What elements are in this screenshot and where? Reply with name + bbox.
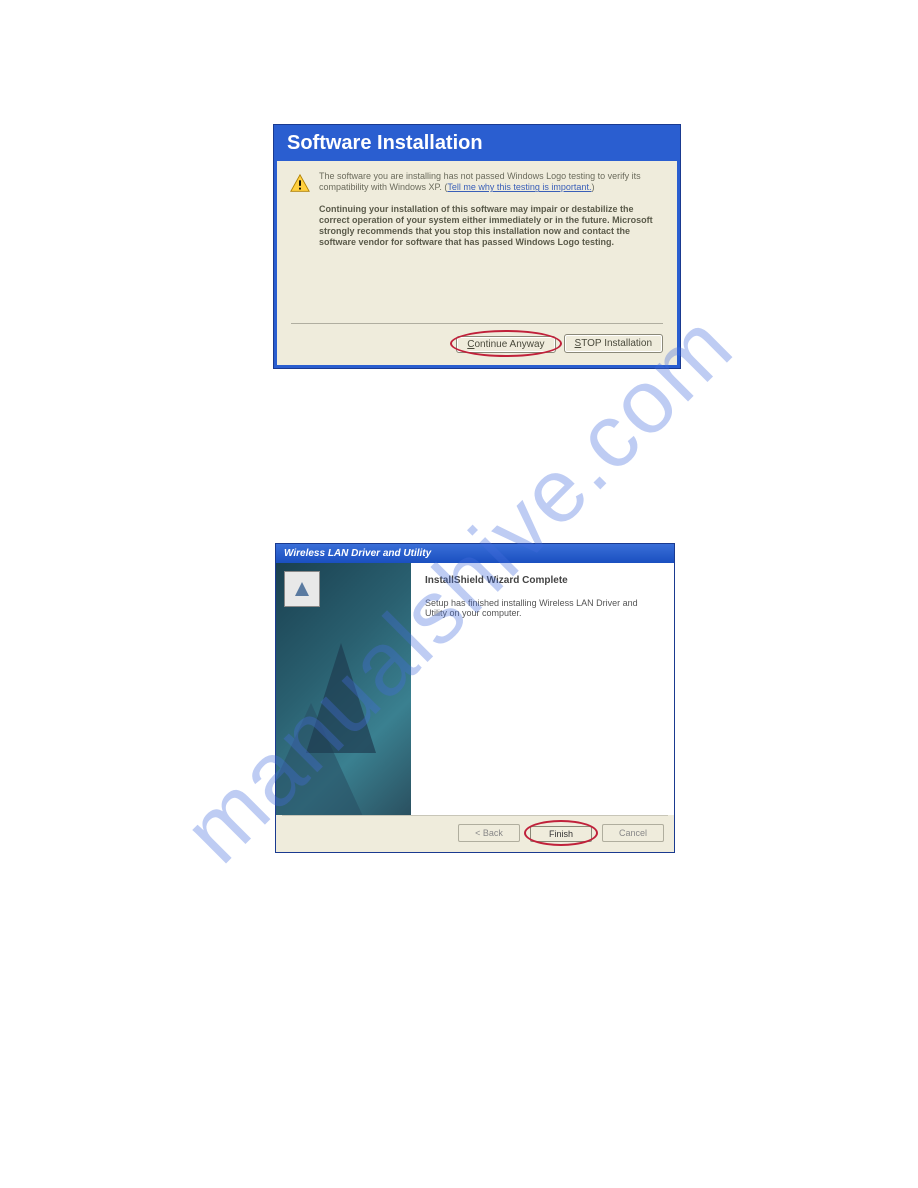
dialog-body: The software you are installing has not … (277, 161, 677, 253)
dialog-title: Software Installation (277, 128, 677, 161)
installshield-dialog: Wireless LAN Driver and Utility InstallS… (275, 543, 675, 853)
para2: Continuing your installation of this sof… (319, 204, 663, 249)
button-row: < Back Finish Cancel (276, 816, 674, 852)
wizard-content: InstallShield Wizard Complete Setup has … (411, 563, 674, 815)
dialog-text: The software you are installing has not … (319, 171, 663, 249)
stop-installation-button[interactable]: STOP Installation (564, 334, 663, 353)
dialog-main: InstallShield Wizard Complete Setup has … (276, 563, 674, 815)
finish-highlight: Finish (530, 824, 592, 842)
dialog-title: Wireless LAN Driver and Utility (276, 544, 674, 563)
back-button[interactable]: < Back (458, 824, 520, 842)
wizard-sidebar-image (276, 563, 411, 815)
software-installation-dialog: Software Installation The software you a… (274, 125, 680, 368)
para1-b: ) (591, 182, 594, 192)
continue-highlight: Continue Anyway (456, 334, 555, 353)
wizard-heading: InstallShield Wizard Complete (425, 575, 660, 586)
installshield-logo-icon (284, 571, 320, 607)
warning-icon (289, 171, 319, 249)
wizard-body-text: Setup has finished installing Wireless L… (425, 598, 660, 618)
finish-button[interactable]: Finish (530, 826, 592, 842)
testing-important-link[interactable]: Tell me why this testing is important. (447, 182, 591, 192)
continue-anyway-button[interactable]: Continue Anyway (456, 336, 555, 353)
button-row: Continue Anyway STOP Installation (277, 324, 677, 365)
cancel-button[interactable]: Cancel (602, 824, 664, 842)
